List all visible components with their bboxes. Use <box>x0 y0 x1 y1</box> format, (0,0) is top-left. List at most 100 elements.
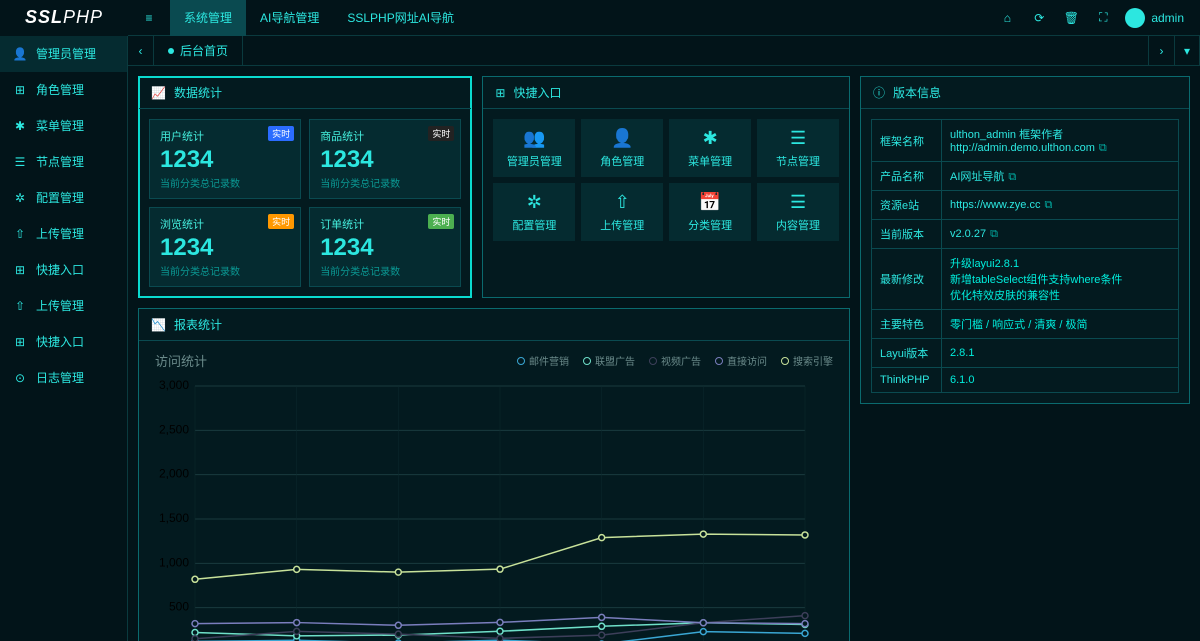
stat-sub: 当前分类总记录数 <box>160 263 290 278</box>
info-key: ThinkPHP <box>872 368 942 393</box>
info-value: 2.8.1 <box>942 339 1179 368</box>
top-tab[interactable]: 系统管理 <box>170 0 246 36</box>
sidebar-item[interactable]: ⊙日志管理 <box>0 360 127 396</box>
stat-value: 1234 <box>320 144 450 175</box>
top-tabs: 系统管理AI导航管理SSLPHP网址AI导航 <box>170 0 468 36</box>
panel-quick-title: 快捷入口 <box>513 84 561 101</box>
top-tab[interactable]: AI导航管理 <box>246 0 333 36</box>
topbar-right: ⌂ ⟳ 🗑 ⛶ admin <box>991 0 1200 36</box>
sidebar-item[interactable]: ✱菜单管理 <box>0 108 127 144</box>
info-key: 资源e站 <box>872 191 942 220</box>
info-value: 升级layui2.8.1新增tableSelect组件支持where条件优化特效… <box>942 249 1179 310</box>
avatar[interactable] <box>1125 8 1145 28</box>
tab-home[interactable]: 后台首页 <box>154 36 243 66</box>
sidebar-item[interactable]: ✲配置管理 <box>0 180 127 216</box>
quick-icon: ☰ <box>790 128 806 149</box>
top-tab[interactable]: SSLPHP网址AI导航 <box>333 0 468 36</box>
info-key: 主要特色 <box>872 310 942 339</box>
quick-item[interactable]: ⇧上传管理 <box>581 183 663 241</box>
quick-label: 分类管理 <box>688 217 732 233</box>
legend-dot <box>715 357 723 365</box>
chart-icon: 📈 <box>151 86 166 100</box>
menu-toggle-icon[interactable]: ≡ <box>128 0 170 36</box>
legend-item[interactable]: 搜索引擎 <box>781 353 833 368</box>
sidebar-item[interactable]: ⊞快捷入口 <box>0 324 127 360</box>
stat-card: 实时商品统计1234当前分类总记录数 <box>309 119 461 199</box>
quick-icon: ☰ <box>790 192 806 213</box>
stat-value: 1234 <box>160 144 290 175</box>
sidebar-icon: ⊞ <box>12 335 28 349</box>
legend-item[interactable]: 直接访问 <box>715 353 767 368</box>
info-key: 最新修改 <box>872 249 942 310</box>
sidebar-item[interactable]: ⊞快捷入口 <box>0 252 127 288</box>
trash-icon[interactable]: 🗑 <box>1055 0 1087 36</box>
quick-item[interactable]: 📅分类管理 <box>669 183 751 241</box>
sidebar-item[interactable]: 👤管理员管理 <box>0 36 127 72</box>
info-link[interactable]: https://www.zye.cc <box>950 199 1040 211</box>
info-link[interactable]: AI网址导航 <box>950 171 1004 183</box>
refresh-icon[interactable]: ⟳ <box>1023 0 1055 36</box>
sidebar-item[interactable]: ⊞角色管理 <box>0 72 127 108</box>
sidebar-item[interactable]: ☰节点管理 <box>0 144 127 180</box>
copy-icon[interactable]: ⧉ <box>1008 171 1016 183</box>
quick-item[interactable]: ☰节点管理 <box>757 119 839 177</box>
chart-title: 访问统计 <box>155 351 207 370</box>
info-row: ThinkPHP6.1.0 <box>872 368 1179 393</box>
info-value: 零门槛 / 响应式 / 清爽 / 极简 <box>942 310 1179 339</box>
legend-item[interactable]: 联盟广告 <box>583 353 635 368</box>
quick-item[interactable]: ✱菜单管理 <box>669 119 751 177</box>
quick-item[interactable]: 👤角色管理 <box>581 119 663 177</box>
sidebar-item[interactable]: ⇧上传管理 <box>0 288 127 324</box>
sidebar-icon: ⊞ <box>12 263 28 277</box>
col-right: ⓘ版本信息 框架名称ulthon_admin 框架作者http://admin.… <box>860 76 1190 631</box>
stat-value: 1234 <box>320 232 450 263</box>
badge: 实时 <box>268 126 294 141</box>
logo[interactable]: SSLPHP <box>0 0 128 36</box>
quick-icon: ✱ <box>703 128 718 149</box>
quick-item[interactable]: ☰内容管理 <box>757 183 839 241</box>
info-row: 当前版本v2.0.27⧉ <box>872 220 1179 249</box>
quick-icon: ⇧ <box>615 192 630 213</box>
stats-body: 实时用户统计1234当前分类总记录数实时商品统计1234当前分类总记录数实时浏览… <box>139 109 471 297</box>
topbar: SSLPHP ≡ 系统管理AI导航管理SSLPHP网址AI导航 ⌂ ⟳ 🗑 ⛶ … <box>0 0 1200 36</box>
stat-card: 实时订单统计1234当前分类总记录数 <box>309 207 461 287</box>
tab-prev-icon[interactable]: ‹ <box>128 36 154 66</box>
content: 📈数据统计 实时用户统计1234当前分类总记录数实时商品统计1234当前分类总记… <box>128 66 1200 641</box>
copy-icon[interactable]: ⧉ <box>1099 142 1107 154</box>
info-value: v2.0.27 ⧉ <box>942 220 1179 249</box>
quick-item[interactable]: ✲配置管理 <box>493 183 575 241</box>
panel-chart: 📉报表统计 访问统计 邮件营销联盟广告视频广告直接访问搜索引擎 05001,00… <box>138 308 850 641</box>
info-link[interactable]: v2.0.27 <box>950 228 986 240</box>
tab-home-label: 后台首页 <box>180 42 228 59</box>
stat-card: 实时用户统计1234当前分类总记录数 <box>149 119 301 199</box>
chart-svg: 05001,0001,5002,0002,5003,000周一周二周三周四周五周… <box>155 376 815 641</box>
grid-icon: ⊞ <box>495 86 505 100</box>
sidebar-icon: ⊙ <box>12 371 28 385</box>
home-icon[interactable]: ⌂ <box>991 0 1023 36</box>
tab-dropdown-icon[interactable]: ▾ <box>1174 36 1200 66</box>
badge: 实时 <box>428 214 454 229</box>
info-icon: ⓘ <box>873 84 885 101</box>
copy-icon[interactable]: ⧉ <box>990 228 998 240</box>
quick-icon: 👥 <box>523 128 545 149</box>
legend-item[interactable]: 邮件营销 <box>517 353 569 368</box>
copy-icon[interactable]: ⧉ <box>1044 199 1052 211</box>
quick-item[interactable]: 👥管理员管理 <box>493 119 575 177</box>
svg-text:2,500: 2,500 <box>159 423 189 437</box>
user-name[interactable]: admin <box>1151 11 1184 25</box>
sidebar-icon: ☰ <box>12 155 28 169</box>
legend-item[interactable]: 视频广告 <box>649 353 701 368</box>
info-row: 产品名称AI网址导航⧉ <box>872 162 1179 191</box>
info-table: 框架名称ulthon_admin 框架作者http://admin.demo.u… <box>871 119 1179 393</box>
fullscreen-icon[interactable]: ⛶ <box>1087 0 1119 36</box>
col-left: 📈数据统计 实时用户统计1234当前分类总记录数实时商品统计1234当前分类总记… <box>138 76 850 631</box>
stat-sub: 当前分类总记录数 <box>160 175 290 190</box>
info-row: 资源e站 https://www.zye.cc ⧉ <box>872 191 1179 220</box>
info-key: Layui版本 <box>872 339 942 368</box>
panel-stats: 📈数据统计 实时用户统计1234当前分类总记录数实时商品统计1234当前分类总记… <box>138 76 472 298</box>
sidebar-item[interactable]: ⇧上传管理 <box>0 216 127 252</box>
info-value: AI网址导航 ⧉ <box>942 162 1179 191</box>
info-link[interactable]: ulthon_admin 框架作者http://admin.demo.ultho… <box>950 129 1095 154</box>
tab-next-icon[interactable]: › <box>1148 36 1174 66</box>
sidebar-item-label: 菜单管理 <box>36 117 84 134</box>
